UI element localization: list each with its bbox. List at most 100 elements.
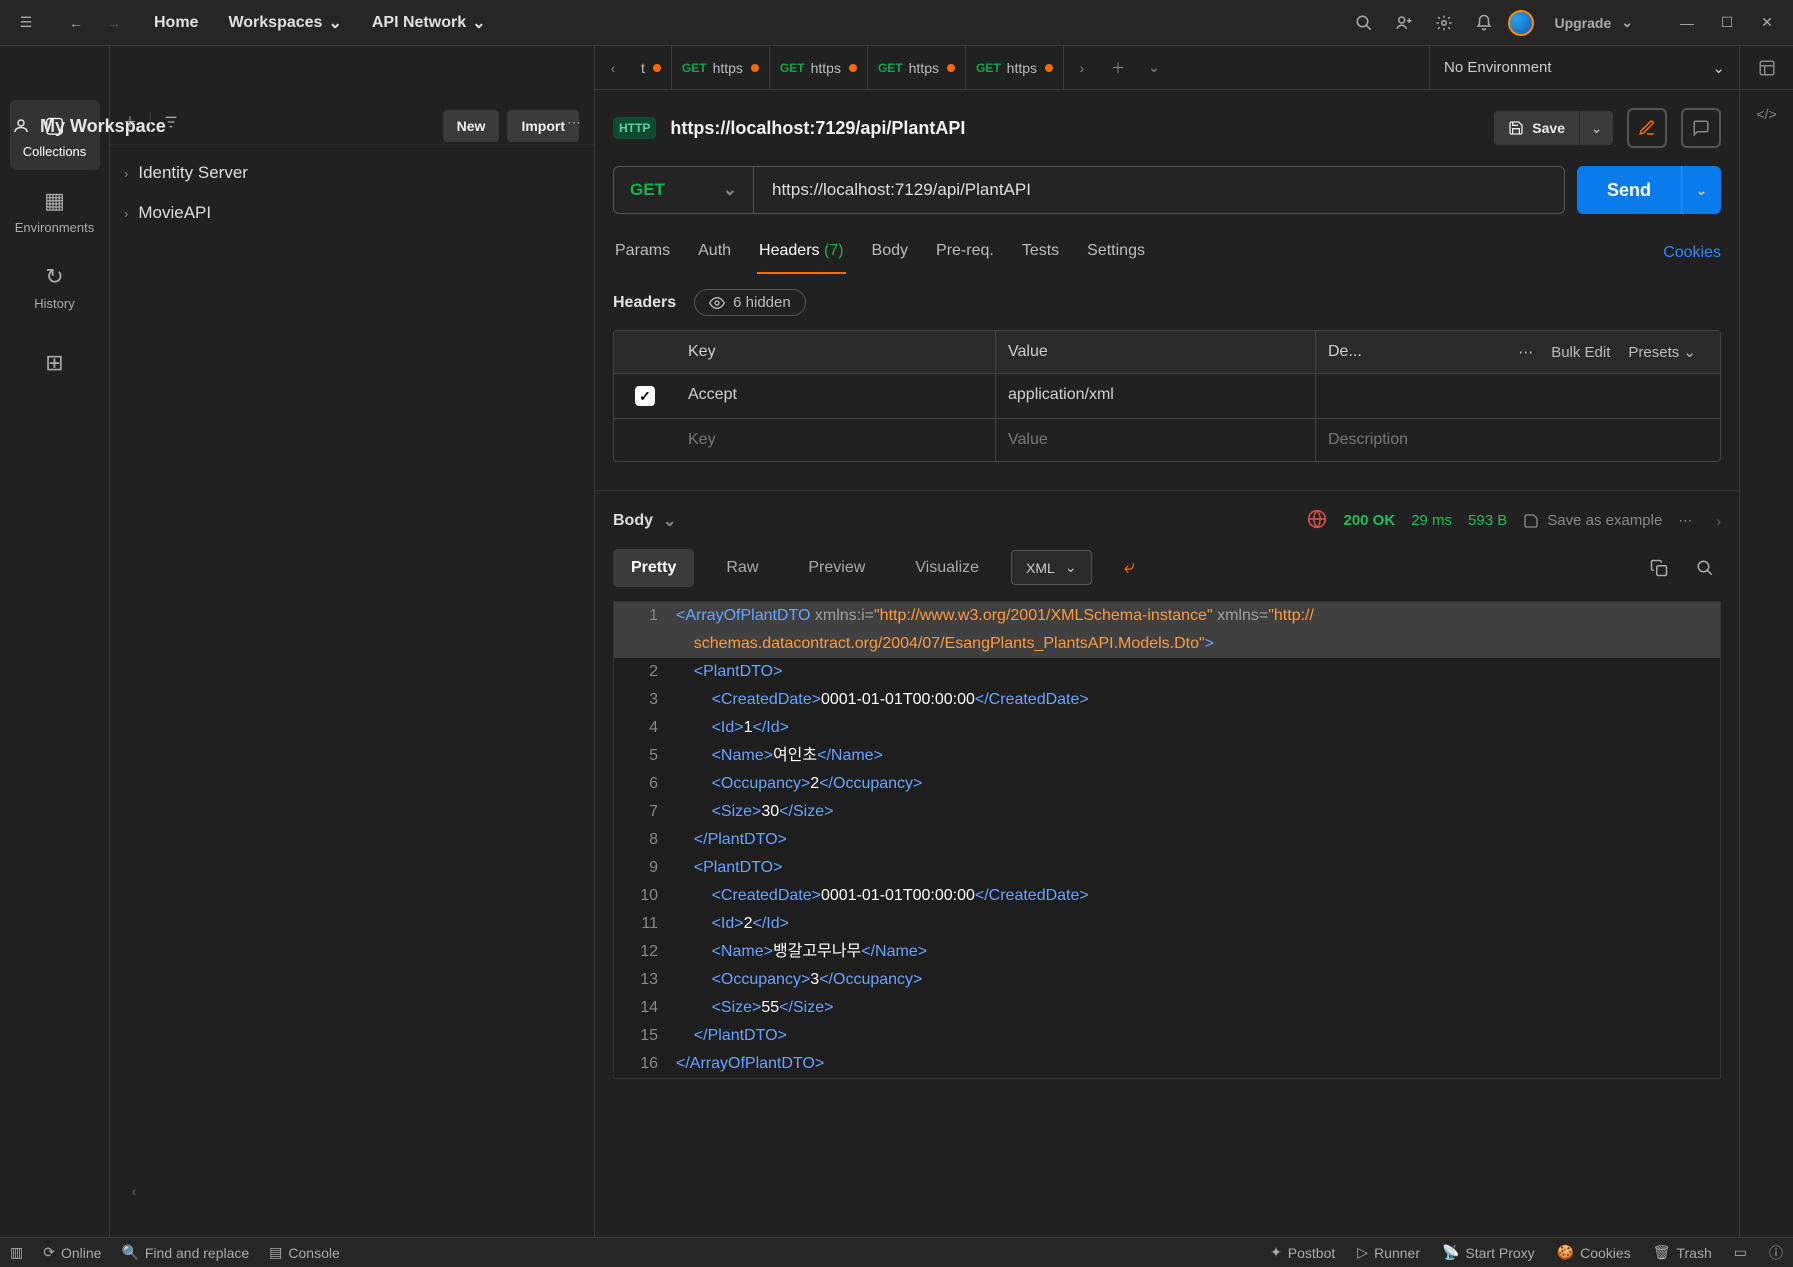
wrap-lines-icon[interactable]: ⤶ — [1106, 546, 1153, 589]
send-button[interactable]: Send — [1577, 166, 1681, 214]
rail-environments[interactable]: ▦ Environments — [10, 176, 100, 246]
back-icon[interactable]: ← — [60, 7, 92, 39]
upgrade-button[interactable]: Upgrade ⌄ — [1542, 8, 1645, 37]
request-tab[interactable]: GET https — [868, 46, 966, 89]
tabs-scroll-left-icon[interactable]: ‹ — [595, 46, 631, 89]
sb-two-pane-icon[interactable]: ▭ — [1734, 1243, 1747, 1263]
gear-icon[interactable] — [1428, 7, 1460, 39]
copy-icon[interactable] — [1643, 552, 1675, 584]
sb-trash[interactable]: 🗑 Trash — [1653, 1243, 1712, 1263]
bell-icon[interactable] — [1468, 7, 1500, 39]
tab-headers[interactable]: Headers (7) — [757, 232, 846, 274]
format-label: XML — [1026, 560, 1055, 576]
tab-method: GET — [780, 61, 805, 75]
col-desc: De... — [1328, 343, 1362, 361]
sb-cookies[interactable]: 🍪 Cookies — [1557, 1243, 1631, 1263]
tab-method: GET — [682, 61, 707, 75]
sb-console[interactable]: ▤ Console — [269, 1244, 340, 1261]
body-tab-raw[interactable]: Raw — [708, 549, 776, 587]
more-icon[interactable]: ⋯ — [1678, 512, 1692, 529]
header-desc-cell[interactable] — [1316, 374, 1720, 418]
sb-help-icon[interactable]: ⓘ — [1769, 1243, 1783, 1263]
sb-proxy[interactable]: 📡 Start Proxy — [1442, 1243, 1535, 1263]
body-tab-pretty[interactable]: Pretty — [613, 549, 694, 587]
tab-auth[interactable]: Auth — [696, 232, 733, 274]
unsaved-dot-icon — [1045, 64, 1053, 72]
save-example-label: Save as example — [1547, 512, 1662, 529]
environments-icon: ▦ — [44, 188, 65, 214]
network-warning-icon[interactable] — [1307, 509, 1327, 532]
sb-postbot[interactable]: ✦ Postbot — [1270, 1243, 1335, 1263]
format-select[interactable]: XML ⌄ — [1011, 550, 1092, 585]
send-dropdown-icon[interactable]: ⌄ — [1681, 166, 1721, 214]
tab-prereq[interactable]: Pre-req. — [934, 232, 996, 274]
tabs-scroll-right-icon[interactable]: › — [1064, 46, 1100, 89]
response-body-dropdown[interactable]: Body ⌄ — [613, 511, 676, 531]
minimize-icon[interactable]: — — [1671, 7, 1703, 39]
search-icon[interactable] — [1689, 552, 1721, 584]
invite-icon[interactable] — [1388, 7, 1420, 39]
cookies-link[interactable]: Cookies — [1663, 244, 1721, 262]
search-icon[interactable] — [1348, 7, 1380, 39]
header-desc-input[interactable]: Description — [1316, 419, 1720, 461]
bulk-edit-link[interactable]: Bulk Edit — [1551, 344, 1610, 361]
row-checkbox[interactable]: ✓ — [635, 386, 655, 406]
collapse-sidebar-icon[interactable]: ‹ — [118, 1175, 150, 1207]
sb-panel-icon[interactable]: ▥ — [10, 1244, 23, 1261]
save-label: Save — [1532, 120, 1565, 136]
header-value-input[interactable]: Value — [996, 419, 1316, 461]
sb-find[interactable]: 🔍 Find and replace — [121, 1244, 249, 1261]
nav-workspaces[interactable]: Workspaces ⌄ — [222, 9, 347, 37]
chevron-right-icon[interactable]: › — [1716, 513, 1721, 529]
nav-home[interactable]: Home — [148, 10, 204, 36]
body-tab-preview[interactable]: Preview — [790, 549, 883, 587]
presets-dropdown[interactable]: Presets ⌄ — [1628, 343, 1696, 361]
sb-online[interactable]: ⟳ Online — [43, 1244, 101, 1261]
more-icon[interactable]: ⋯ — [1518, 343, 1533, 361]
edit-icon[interactable] — [1627, 108, 1667, 148]
presets-label: Presets — [1628, 344, 1679, 361]
tab-tests[interactable]: Tests — [1020, 232, 1061, 274]
tab-params[interactable]: Params — [613, 232, 672, 274]
close-icon[interactable]: ✕ — [1751, 7, 1783, 39]
header-key-cell[interactable]: Accept — [676, 374, 996, 418]
save-dropdown-icon[interactable]: ⌄ — [1579, 111, 1613, 145]
request-tab[interactable]: GET https — [770, 46, 868, 89]
header-key-input[interactable]: Key — [676, 419, 996, 461]
filter-icon[interactable] — [155, 106, 187, 138]
add-icon[interactable]: ＋ — [114, 106, 146, 138]
body-tab-visualize[interactable]: Visualize — [897, 549, 997, 587]
tab-settings[interactable]: Settings — [1085, 232, 1147, 274]
tab-options-icon[interactable]: ⌄ — [1136, 46, 1172, 89]
tab-body[interactable]: Body — [870, 232, 910, 274]
rail-more[interactable]: ⊞ — [10, 328, 100, 398]
avatar[interactable] — [1508, 10, 1534, 36]
request-tab[interactable]: GET https — [966, 46, 1064, 89]
proxy-icon: 📡 — [1442, 1244, 1459, 1261]
request-tab[interactable]: GET https — [672, 46, 770, 89]
tree-item[interactable]: › MovieAPI — [110, 193, 594, 233]
more-icon[interactable]: ⋯ — [558, 106, 590, 138]
comment-icon[interactable] — [1681, 108, 1721, 148]
url-input[interactable] — [754, 167, 1564, 213]
http-badge: HTTP — [613, 117, 656, 139]
header-value-cell[interactable]: application/xml — [996, 374, 1316, 418]
nav-api-network[interactable]: API Network ⌄ — [366, 9, 492, 37]
sb-runner[interactable]: ▷ Runner — [1357, 1243, 1420, 1263]
save-as-example[interactable]: Save as example — [1523, 512, 1662, 529]
forward-icon[interactable]: → — [98, 7, 130, 39]
environment-selector[interactable]: No Environment ⌄ — [1429, 46, 1739, 89]
code-icon[interactable]: </> — [1756, 106, 1776, 122]
maximize-icon[interactable]: ☐ — [1711, 7, 1743, 39]
hidden-headers-toggle[interactable]: 6 hidden — [694, 289, 806, 316]
sb-trash-label: Trash — [1676, 1245, 1711, 1261]
env-quicklook-icon[interactable] — [1739, 46, 1793, 89]
response-body-code[interactable]: 1<ArrayOfPlantDTO xmlns:i="http://www.w3… — [613, 601, 1721, 1079]
new-tab-icon[interactable]: ＋ — [1100, 46, 1136, 89]
tree-item[interactable]: › Identity Server — [110, 153, 594, 193]
rail-history[interactable]: ↻ History — [10, 252, 100, 322]
method-select[interactable]: GET ⌄ — [614, 167, 754, 213]
menu-icon[interactable]: ☰ — [10, 7, 42, 39]
request-tab[interactable]: t — [631, 46, 672, 89]
save-button[interactable]: Save — [1494, 111, 1579, 145]
